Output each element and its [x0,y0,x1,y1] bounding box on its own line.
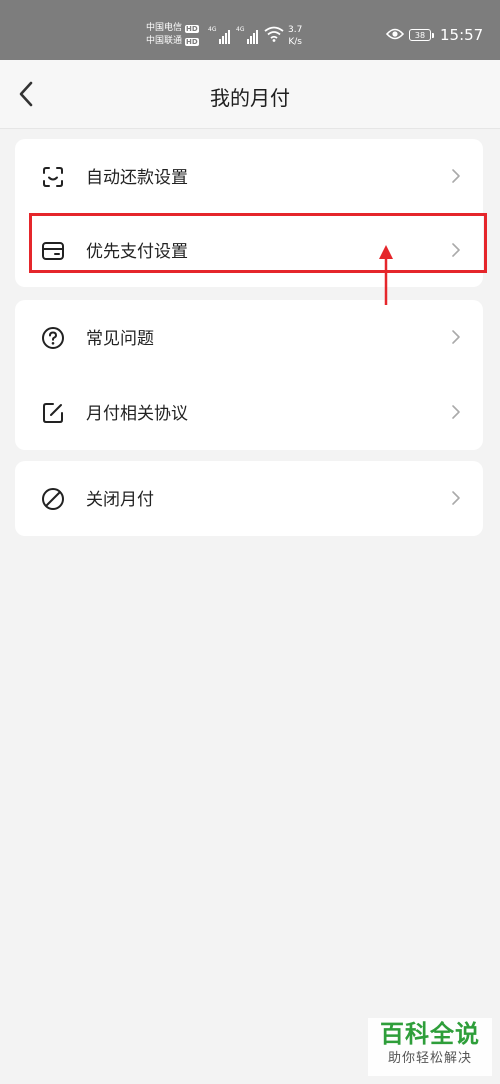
chevron-right-icon [452,491,460,505]
hd-badge: HD [185,37,199,46]
battery-icon: 38 [409,29,434,41]
chevron-right-icon [452,330,460,344]
close-monthly-pay-item[interactable]: 关闭月付 [15,461,483,535]
close-monthly-pay-label: 关闭月付 [86,490,154,510]
ban-icon [42,488,64,510]
signal-icon: 4G [208,26,230,44]
nav-header: 我的月付 [0,60,500,129]
help-card: 常见问题 月付相关协议 [15,300,483,450]
carrier-1-label: 中国电信 [146,23,183,33]
signal-icon: 4G [236,26,258,44]
status-bar: 中国电信 HD 中国联通 HD 4G 4G 3.7 K/s 38 15:57 [0,0,500,60]
scan-face-icon [43,167,63,187]
wifi-icon [264,26,284,42]
faq-label: 常见问题 [86,329,154,349]
agreements-label: 月付相关协议 [86,404,188,424]
arrow-up-icon [379,245,393,305]
watermark-subtitle: 助你轻松解决 [387,1051,472,1066]
auto-repay-settings-item[interactable]: 自动还款设置 [15,139,483,213]
clock: 15:57 [440,26,484,44]
carrier-info: 中国电信 HD 中国联通 HD [146,22,199,48]
close-card: 关闭月付 [15,461,483,536]
question-icon [42,327,64,349]
speed-unit: K/s [288,37,302,47]
watermark-logo: 百科全说 助你轻松解决 [368,1018,492,1076]
network-speed: 3.7 K/s [288,24,302,48]
faq-item[interactable]: 常见问题 [15,300,483,374]
network-type-label: 4G [236,26,245,33]
battery-level: 38 [414,31,426,40]
watermark-title: 百科全说 [380,1020,480,1048]
chevron-right-icon [452,169,460,183]
hd-badge: HD [185,24,199,33]
carrier-2-label: 中国联通 [146,36,183,46]
agreements-item[interactable]: 月付相关协议 [15,375,483,449]
eye-icon [386,28,404,40]
page-title: 我的月付 [210,86,290,110]
network-type-label: 4G [208,26,217,33]
auto-repay-label: 自动还款设置 [86,168,188,188]
highlight-box [29,213,487,273]
speed-value: 3.7 [288,25,303,35]
chevron-right-icon [452,405,460,419]
edit-document-icon [43,403,63,423]
